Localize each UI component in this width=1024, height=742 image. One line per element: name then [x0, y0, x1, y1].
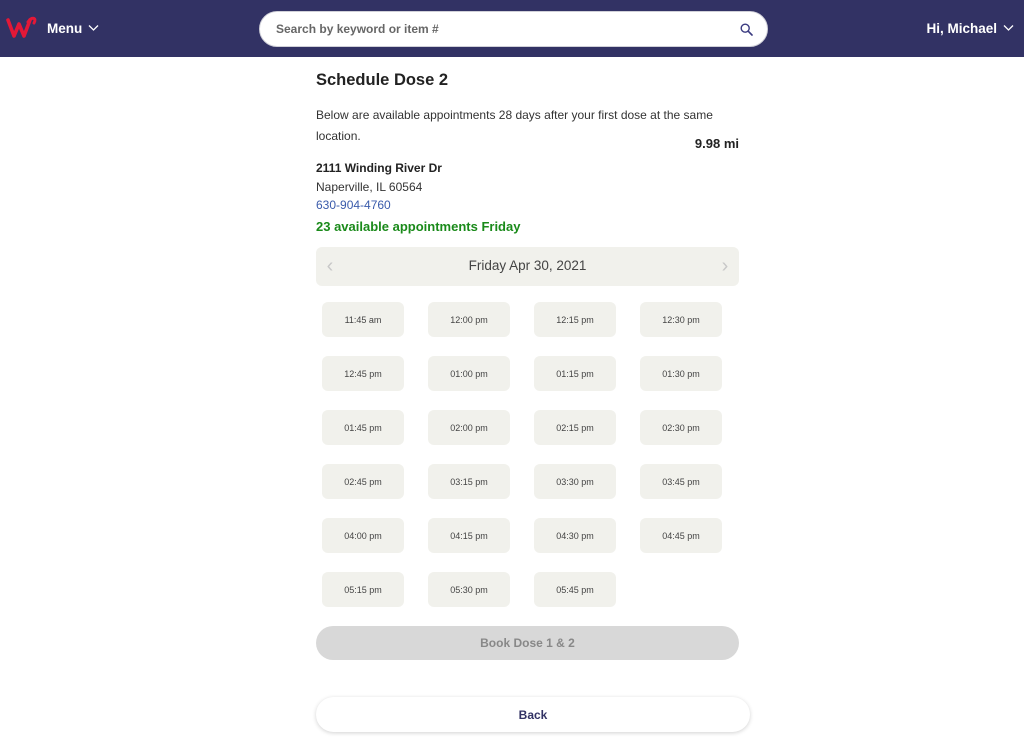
menu-button[interactable]: Menu: [47, 18, 99, 38]
time-slot-button[interactable]: 02:15 pm: [534, 410, 616, 445]
date-navigator: ‹ Friday Apr 30, 2021 ›: [316, 247, 739, 286]
time-slot-button[interactable]: 05:15 pm: [322, 572, 404, 607]
time-slot-button[interactable]: 12:30 pm: [640, 302, 722, 337]
menu-label: Menu: [47, 20, 83, 36]
top-navigation-bar: Menu Hi, Michael: [0, 0, 1024, 57]
time-slot-button[interactable]: 12:00 pm: [428, 302, 510, 337]
time-slot-button[interactable]: 04:30 pm: [534, 518, 616, 553]
account-menu-button[interactable]: Hi, Michael: [926, 18, 1014, 38]
time-slot-button[interactable]: 01:45 pm: [322, 410, 404, 445]
time-slot-button[interactable]: 11:45 am: [322, 302, 404, 337]
time-slot-button[interactable]: 03:30 pm: [534, 464, 616, 499]
time-slot-button[interactable]: 03:15 pm: [428, 464, 510, 499]
walgreens-logo[interactable]: [6, 14, 38, 42]
chevron-down-icon: [88, 25, 99, 31]
time-slot-button[interactable]: 05:30 pm: [428, 572, 510, 607]
availability-count: 23 available appointments Friday: [316, 219, 521, 234]
time-slot-button[interactable]: 03:45 pm: [640, 464, 722, 499]
time-slot-button[interactable]: 12:45 pm: [322, 356, 404, 391]
time-slot-button[interactable]: 04:15 pm: [428, 518, 510, 553]
store-address-street: 2111 Winding River Dr: [316, 161, 442, 175]
book-dose-button[interactable]: Book Dose 1 & 2: [316, 626, 739, 660]
time-slot-button[interactable]: 05:45 pm: [534, 572, 616, 607]
time-slot-button[interactable]: 02:30 pm: [640, 410, 722, 445]
back-button[interactable]: Back: [316, 697, 750, 732]
search-input[interactable]: [276, 14, 716, 44]
search-bar: [259, 11, 768, 47]
time-slot-button[interactable]: 04:45 pm: [640, 518, 722, 553]
time-slot-button[interactable]: 12:15 pm: [534, 302, 616, 337]
greeting-label: Hi, Michael: [926, 20, 997, 36]
time-slot-button[interactable]: 01:15 pm: [534, 356, 616, 391]
time-slot-button[interactable]: 04:00 pm: [322, 518, 404, 553]
time-slot-button[interactable]: 01:30 pm: [640, 356, 722, 391]
time-slot-button[interactable]: 01:00 pm: [428, 356, 510, 391]
schedule-description: Below are available appointments 28 days…: [316, 108, 713, 143]
chevron-down-icon: [1003, 25, 1014, 31]
store-distance: 9.98 mi: [694, 136, 739, 151]
time-slot-button[interactable]: 02:45 pm: [322, 464, 404, 499]
store-phone-link[interactable]: 630-904-4760: [316, 198, 391, 212]
search-icon[interactable]: [740, 23, 753, 36]
time-slot-button[interactable]: 02:00 pm: [428, 410, 510, 445]
chevron-right-icon[interactable]: ›: [717, 255, 733, 277]
page-title: Schedule Dose 2: [316, 71, 449, 89]
store-address-city: Naperville, IL 60564: [316, 180, 423, 194]
selected-date: Friday Apr 30, 2021: [468, 258, 587, 273]
